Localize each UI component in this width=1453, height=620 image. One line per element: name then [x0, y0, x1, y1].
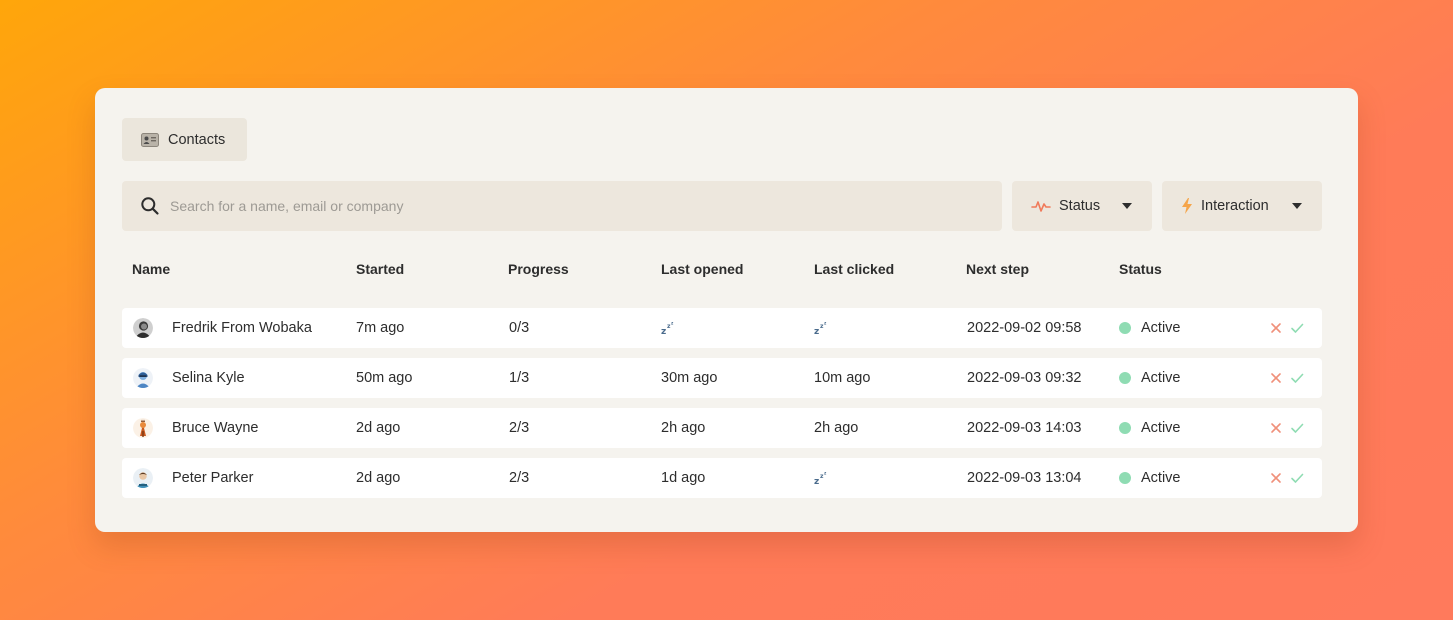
sleeping-icon: zz z [661, 321, 674, 335]
next-step-cell: 2022-09-03 14:03 [967, 420, 1082, 436]
svg-text:z: z [814, 327, 819, 335]
last-clicked-cell: 2h ago [814, 420, 859, 436]
table-row[interactable]: Fredrik From Wobaka 7m ago 0/3 zzz zzz 2… [122, 308, 1322, 348]
status-indicator [1119, 372, 1131, 384]
contact-name[interactable]: Peter Parker [172, 458, 253, 498]
next-step-cell: 2022-09-03 09:32 [967, 370, 1082, 386]
started-cell: 50m ago [356, 370, 413, 386]
last-opened-cell: 1d ago [661, 470, 706, 486]
chevron-down-icon [1292, 203, 1302, 209]
sleeping-icon: zz z [814, 471, 827, 485]
avatar [133, 418, 153, 438]
table-row[interactable]: Bruce Wayne 2d ago 2/3 2h ago 2h ago 202… [122, 408, 1322, 448]
column-header-last-clicked[interactable]: Last clicked [814, 261, 894, 277]
contact-name[interactable]: Fredrik From Wobaka [172, 308, 312, 348]
column-header-next-step[interactable]: Next step [966, 261, 1029, 277]
last-opened-cell: 30m ago [661, 370, 718, 386]
contacts-card: Contacts Status Interaction Name Started… [95, 88, 1358, 532]
status-cell: Active [1141, 370, 1181, 386]
status-cell: Active [1141, 470, 1181, 486]
svg-text:z: z [824, 321, 827, 326]
status-filter-dropdown[interactable]: Status [1012, 181, 1152, 231]
pulse-icon [1031, 199, 1051, 213]
svg-text:z: z [661, 327, 666, 335]
contacts-button[interactable]: Contacts [122, 118, 247, 161]
reject-icon[interactable] [1269, 421, 1283, 435]
reject-icon[interactable] [1269, 471, 1283, 485]
search-icon [140, 196, 160, 216]
contact-card-icon [141, 132, 159, 147]
interaction-filter-label: Interaction [1201, 198, 1269, 214]
search-bar [122, 181, 1002, 231]
status-cell: Active [1141, 320, 1181, 336]
search-input[interactable] [170, 198, 950, 214]
column-header-name[interactable]: Name [132, 261, 170, 277]
started-cell: 2d ago [356, 420, 401, 436]
accept-icon[interactable] [1290, 471, 1304, 485]
avatar [133, 318, 153, 338]
avatar [133, 468, 153, 488]
next-step-cell: 2022-09-02 09:58 [967, 320, 1082, 336]
accept-icon[interactable] [1290, 371, 1304, 385]
column-header-last-opened[interactable]: Last opened [661, 261, 743, 277]
table-row[interactable]: Selina Kyle 50m ago 1/3 30m ago 10m ago … [122, 358, 1322, 398]
chevron-down-icon [1122, 203, 1132, 209]
lightning-icon [1181, 198, 1193, 214]
started-cell: 7m ago [356, 320, 405, 336]
next-step-cell: 2022-09-03 13:04 [967, 470, 1082, 486]
reject-icon[interactable] [1269, 321, 1283, 335]
progress-cell: 2/3 [509, 420, 530, 436]
interaction-filter-dropdown[interactable]: Interaction [1162, 181, 1322, 231]
status-filter-label: Status [1059, 198, 1101, 214]
progress-cell: 1/3 [509, 370, 530, 386]
table-row[interactable]: Peter Parker 2d ago 2/3 1d ago zzz 2022-… [122, 458, 1322, 498]
progress-cell: 2/3 [509, 470, 530, 486]
contact-name[interactable]: Bruce Wayne [172, 408, 259, 448]
last-opened-cell: 2h ago [661, 420, 706, 436]
column-header-started[interactable]: Started [356, 261, 404, 277]
status-indicator [1119, 322, 1131, 334]
accept-icon[interactable] [1290, 421, 1304, 435]
svg-text:z: z [671, 321, 674, 326]
contact-name[interactable]: Selina Kyle [172, 358, 245, 398]
status-indicator [1119, 422, 1131, 434]
svg-text:z: z [824, 471, 827, 476]
contacts-button-label: Contacts [168, 131, 226, 148]
status-cell: Active [1141, 420, 1181, 436]
sleeping-icon: zz z [814, 321, 827, 335]
reject-icon[interactable] [1269, 371, 1283, 385]
column-header-status[interactable]: Status [1119, 261, 1162, 277]
status-indicator [1119, 472, 1131, 484]
last-clicked-cell: 10m ago [814, 370, 871, 386]
accept-icon[interactable] [1290, 321, 1304, 335]
started-cell: 2d ago [356, 470, 401, 486]
progress-cell: 0/3 [509, 320, 530, 336]
svg-text:z: z [814, 477, 819, 485]
column-header-progress[interactable]: Progress [508, 261, 569, 277]
avatar [133, 368, 153, 388]
